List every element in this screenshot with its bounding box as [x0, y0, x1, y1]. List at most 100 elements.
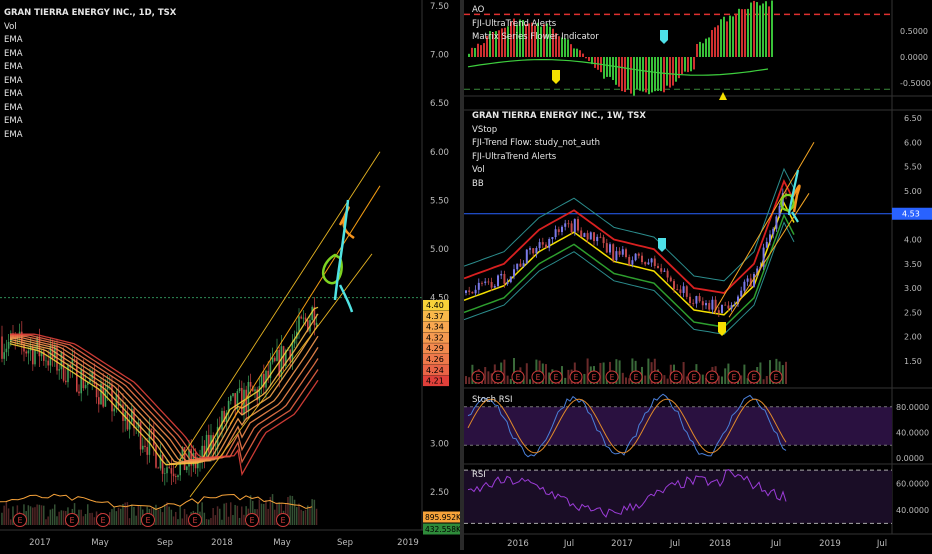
- ao-bar: [693, 57, 695, 70]
- trend-channel-upper: [174, 151, 381, 468]
- x-tick-label: 2019: [819, 539, 841, 549]
- x-tick-label: 2017: [611, 539, 633, 549]
- volume-bar: [38, 504, 41, 525]
- weekly-chart-panel[interactable]: E E E E E E E E E E E E E E E E 0.5000 0.0000 -0.5000 6.50…: [463, 0, 932, 550]
- candle-body: [280, 346, 283, 377]
- ao-bar: [609, 57, 611, 77]
- volume-bar: [221, 519, 223, 525]
- earnings-marker-label: E: [100, 516, 105, 525]
- candle-body: [47, 360, 49, 366]
- indicator-label: FJI-UltraTrend Alerts: [472, 18, 557, 29]
- candle-body: [724, 304, 727, 306]
- y-tick-label: 6.00: [430, 148, 449, 158]
- ao-bar: [747, 8, 749, 58]
- earnings-marker-label: E: [516, 373, 521, 382]
- y-tick-label: 2.50: [904, 308, 922, 317]
- x-tick-label: Sep: [337, 538, 353, 548]
- indicator-label: EMA: [4, 102, 23, 113]
- price-tag-label: 4.34: [426, 323, 444, 332]
- rsi-line: [464, 469, 892, 524]
- candle-body: [170, 468, 173, 474]
- candle-body: [221, 410, 223, 430]
- indicator-label: EMA: [4, 75, 23, 86]
- candle-body: [95, 384, 98, 398]
- volume-bar: [181, 518, 184, 525]
- volume-bar: [315, 508, 318, 525]
- volume-bar: [80, 509, 82, 525]
- candle-body: [663, 270, 666, 272]
- trend-lines: [174, 151, 381, 498]
- ao-bar: [744, 9, 746, 58]
- candle-body: [155, 445, 157, 468]
- candle-body: [711, 299, 714, 310]
- ao-bar: [663, 57, 665, 93]
- ao-bar: [681, 57, 683, 75]
- ao-bar: [759, 5, 761, 57]
- candle-body: [615, 251, 618, 261]
- earnings-marker-label: E: [592, 373, 597, 382]
- candle-body: [733, 304, 736, 306]
- candle-body: [265, 370, 267, 388]
- volume-bar: [311, 499, 313, 525]
- volume-bar: [135, 515, 137, 525]
- candle-body: [586, 233, 589, 240]
- candle-body: [717, 310, 720, 313]
- ema-ribbon: [9, 306, 319, 477]
- y-tick-label: 5.00: [430, 245, 449, 255]
- candle-body: [583, 233, 586, 237]
- candle-body: [249, 381, 252, 387]
- price-tag-label: 4.24: [426, 366, 444, 375]
- volume-bar: [62, 510, 65, 525]
- volume-bar: [487, 371, 490, 384]
- volume-bar: [177, 519, 179, 525]
- x-tick-label: 2019: [397, 538, 419, 548]
- candle-body: [567, 223, 570, 225]
- y-tick-label: 3.50: [904, 260, 922, 269]
- volume-bar: [701, 374, 704, 384]
- candle-body: [653, 258, 656, 266]
- x-tick-label: 2017: [29, 538, 51, 548]
- volume-bar: [271, 494, 274, 525]
- ao-bar: [660, 57, 662, 92]
- candle-body: [772, 228, 775, 235]
- ao-bar: [696, 43, 698, 57]
- candle-body: [657, 265, 659, 269]
- volume-bar: [133, 506, 135, 525]
- x-tick-label: 2016: [507, 539, 529, 549]
- candle-body: [25, 351, 27, 354]
- y-tick-label: 5.50: [904, 163, 922, 172]
- y-tick-label: 6.00: [904, 138, 922, 147]
- volume-bar: [506, 375, 509, 384]
- ao-bar: [639, 57, 641, 91]
- ao-bar: [474, 47, 476, 57]
- volume-bar: [32, 507, 34, 525]
- candle-body: [484, 281, 487, 283]
- volume-bar: [260, 503, 263, 525]
- candle-body: [168, 467, 170, 469]
- ao-bar: [576, 48, 578, 57]
- daily-chart-panel[interactable]: 7.50 7.00 6.50 6.00 5.50 5.00 4.50 3.00 2.50 4.4…: [0, 0, 462, 550]
- volume-bar: [34, 507, 36, 525]
- rsi-band: [464, 470, 892, 524]
- volume-tag-label: 895.952K: [425, 513, 460, 522]
- candle-body: [274, 357, 276, 361]
- candle-body: [545, 244, 547, 248]
- volume-bar: [120, 508, 122, 525]
- candle-body: [570, 223, 573, 233]
- trend-channel-upper: [713, 142, 815, 313]
- volume-bar: [205, 519, 208, 525]
- candle-body: [644, 262, 647, 265]
- candle-body: [186, 466, 188, 471]
- volume-bar: [567, 369, 570, 384]
- candle-body: [3, 352, 5, 359]
- weekly-chart[interactable]: E E E E E E E E E E E E E E E E 0.5000 0.0000 -0.5000 6.50…: [463, 0, 932, 550]
- candle-body: [144, 445, 146, 448]
- y-tick-label: 40.0000: [896, 506, 929, 515]
- x-tick-label: Jul: [876, 539, 887, 549]
- volume-bar: [740, 375, 743, 384]
- volume-bar: [3, 505, 5, 525]
- indicator-label: Stoch RSI: [472, 395, 513, 405]
- volume-bar: [647, 358, 650, 384]
- candle-body: [490, 282, 493, 288]
- candle-body: [689, 296, 691, 303]
